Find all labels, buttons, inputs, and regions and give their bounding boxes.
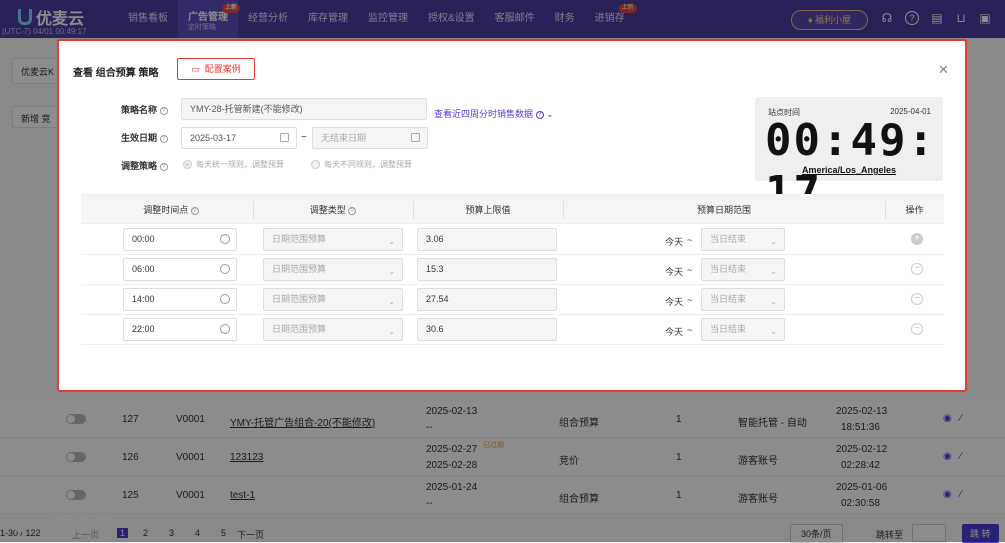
adjust-type-select[interactable]: 日期范围预算 ⌄ [263, 288, 403, 311]
radio-daily-same[interactable]: 每天统一规则，调整预算 [183, 159, 284, 170]
chevron-down-icon: ⌄ [388, 297, 395, 306]
range-start: 今天 [665, 297, 684, 307]
clock-icon [220, 324, 230, 334]
range-end-select[interactable]: 当日结束 ⌄ [701, 228, 785, 251]
remove-row-icon[interactable]: − [911, 293, 923, 305]
help-icon: ? [348, 206, 357, 215]
strategy-label: 调整策略 ? [121, 159, 168, 172]
modal-title: 查看 组合预算 策略 [73, 68, 159, 79]
range-start: 今天 [665, 237, 684, 247]
chevron-down-icon: ⌄ [546, 109, 554, 119]
clock-icon [220, 294, 230, 304]
calendar-icon [280, 133, 289, 142]
range-end-select[interactable]: 当日结束 ⌄ [701, 318, 785, 341]
budget-cap-input[interactable]: 3.06 [417, 228, 557, 251]
chevron-down-icon: ⌄ [770, 297, 777, 306]
remove-row-icon[interactable]: − [911, 263, 923, 275]
strategy-view-modal: 查看 组合预算 策略 ▭ 配置案例 ✕ 策略名称 ? YMY-28-托管新建(不… [57, 39, 967, 392]
time-value: 22:00 [132, 324, 155, 334]
adjust-type-select[interactable]: 日期范围预算 ⌄ [263, 258, 403, 281]
config-case-label: 配置案例 [204, 64, 241, 74]
end-date-placeholder: 无结束日期 [321, 133, 367, 143]
sales-data-link-label: 查看近四周分时销售数据 [434, 109, 534, 119]
adjust-type-value: 日期范围预算 [272, 234, 327, 244]
adjust-type-value: 日期范围预算 [272, 294, 327, 304]
col-budget-date-range: 预算日期范围 [696, 205, 751, 215]
time-value: 00:00 [132, 234, 155, 244]
time-picker[interactable]: 22:00 [123, 318, 237, 341]
range-end-value: 当日结束 [710, 234, 747, 244]
help-icon: ? [159, 134, 168, 143]
help-icon: ? [159, 162, 168, 171]
chevron-down-icon: ⌄ [388, 267, 395, 276]
radio-checked-icon [183, 160, 192, 169]
image-icon: ▭ [191, 64, 200, 74]
time-picker[interactable]: 06:00 [123, 258, 237, 281]
effective-date-label: 生效日期 ? [121, 131, 168, 144]
range-separator: ~ [687, 325, 693, 335]
schedule-row: 22:00 日期范围预算 ⌄ 30.6 今天 ~ 当日结束 ⌄ − [81, 315, 944, 345]
schedule-row: 06:00 日期范围预算 ⌄ 15.3 今天 ~ 当日结束 ⌄ − [81, 255, 944, 285]
range-end-value: 当日结束 [710, 294, 747, 304]
adjust-type-value: 日期范围预算 [272, 264, 327, 274]
range-separator: ~ [687, 235, 693, 245]
schedule-table-header: 调整时间点 ? 调整类型 ? 预算上限值 预算日期范围 操作 [81, 194, 944, 224]
close-icon[interactable]: ✕ [938, 62, 949, 78]
clock-icon [220, 264, 230, 274]
range-separator: ~ [687, 295, 693, 305]
adjust-type-select[interactable]: 日期范围预算 ⌄ [263, 228, 403, 251]
range-end-value: 当日结束 [710, 264, 747, 274]
start-date-input[interactable]: 2025-03-17 [181, 127, 297, 149]
end-date-input[interactable]: 无结束日期 [312, 127, 428, 149]
time-picker[interactable]: 00:00 [123, 228, 237, 251]
schedule-row: 00:00 日期范围预算 ⌄ 3.06 今天 ~ 当日结束 ⌄ + [81, 225, 944, 255]
remove-row-icon[interactable]: − [911, 323, 923, 335]
time-picker[interactable]: 14:00 [123, 288, 237, 311]
adjust-type-value: 日期范围预算 [272, 324, 327, 334]
chevron-down-icon: ⌄ [770, 327, 777, 336]
range-end-value: 当日结束 [710, 324, 747, 334]
budget-cap-input[interactable]: 15.3 [417, 258, 557, 281]
col-adjust-type: 调整类型 ? [253, 195, 413, 225]
site-time-clock: 站点时间 2025-04-01 00:49: 17 America/Los_An… [755, 97, 943, 218]
help-icon: ? [535, 110, 544, 119]
site-timezone: America/Los_Angeles [801, 165, 897, 175]
date-separator: ~ [301, 132, 307, 143]
col-budget-cap: 预算上限值 [465, 205, 511, 215]
radio-unchecked-icon [311, 160, 320, 169]
chevron-down-icon: ⌄ [388, 327, 395, 336]
adjust-type-select[interactable]: 日期范围预算 ⌄ [263, 318, 403, 341]
range-end-select[interactable]: 当日结束 ⌄ [701, 288, 785, 311]
help-icon: ? [159, 106, 168, 115]
sales-data-link[interactable]: 查看近四周分时销售数据 ? ⌄ [434, 107, 554, 120]
config-case-button[interactable]: ▭ 配置案例 [177, 58, 255, 80]
clock-icon [220, 234, 230, 244]
radio-daily-different-label: 每天不同规则，调整预算 [324, 160, 412, 169]
schedule-row: 14:00 日期范围预算 ⌄ 27.54 今天 ~ 当日结束 ⌄ − [81, 285, 944, 315]
time-value: 14:00 [132, 294, 155, 304]
chevron-down-icon: ⌄ [770, 267, 777, 276]
start-date-value: 2025-03-17 [190, 133, 237, 143]
chevron-down-icon: ⌄ [770, 237, 777, 246]
radio-daily-different[interactable]: 每天不同规则，调整预算 [311, 159, 412, 170]
budget-cap-input[interactable]: 27.54 [417, 288, 557, 311]
strategy-name-label: 策略名称 ? [121, 103, 168, 116]
col-adjust-time: 调整时间点 ? [111, 195, 231, 225]
radio-daily-same-label: 每天统一规则，调整预算 [196, 160, 284, 169]
range-separator: ~ [687, 265, 693, 275]
range-start: 今天 [665, 267, 684, 277]
range-start: 今天 [665, 327, 684, 337]
budget-cap-input[interactable]: 30.6 [417, 318, 557, 341]
col-actions: 操作 [905, 205, 924, 215]
range-end-select[interactable]: 当日结束 ⌄ [701, 258, 785, 281]
time-value: 06:00 [132, 264, 155, 274]
chevron-down-icon: ⌄ [388, 237, 395, 246]
strategy-name-input[interactable]: YMY-28-托管新建(不能修改) [181, 98, 427, 120]
calendar-icon [411, 133, 420, 142]
help-icon: ? [190, 206, 199, 215]
add-row-icon[interactable]: + [911, 233, 923, 245]
